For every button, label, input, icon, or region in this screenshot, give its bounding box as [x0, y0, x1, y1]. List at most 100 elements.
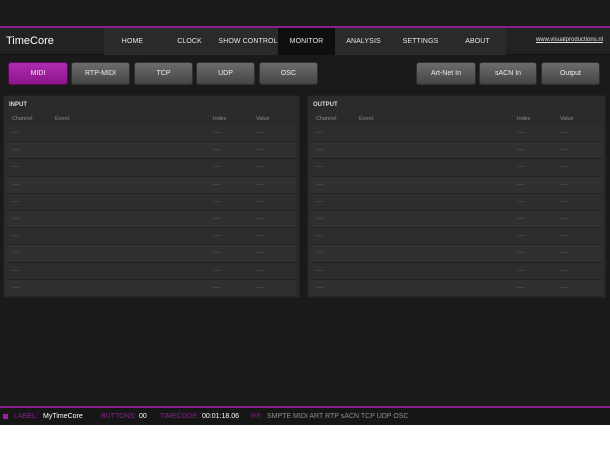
cell-channel: ---- — [12, 233, 20, 240]
output-panel-title: OUTPUT — [313, 102, 338, 108]
cell-event: - — [55, 267, 57, 274]
cell-value: ---- — [560, 215, 568, 222]
input-col-value: Value — [256, 116, 270, 122]
nav-settings[interactable]: SETTINGS — [392, 28, 449, 55]
cell-value: ---- — [256, 267, 264, 274]
cell-index: ---- — [213, 215, 221, 222]
cell-event: - — [359, 267, 361, 274]
status-label-value: MyTimeCore — [43, 413, 83, 420]
status-buttons-key: BUTTONS: — [101, 413, 137, 420]
output-col-value: Value — [560, 116, 574, 122]
nav-analysis[interactable]: ANALYSIS — [335, 28, 392, 55]
cell-value: ---- — [560, 198, 568, 205]
udp-button[interactable]: UDP — [196, 62, 255, 85]
cell-event: - — [359, 164, 361, 171]
table-row: ---- - ---- ---- — [7, 228, 296, 246]
cell-index: ---- — [213, 233, 221, 240]
cell-value: ---- — [256, 164, 264, 171]
cell-channel: ---- — [12, 147, 20, 154]
nav-about[interactable]: ABOUT — [449, 28, 506, 55]
cell-value: ---- — [256, 181, 264, 188]
cell-channel: ---- — [12, 181, 20, 188]
input-panel-title: INPUT — [9, 102, 27, 108]
cell-index: ---- — [213, 284, 221, 291]
status-label-key: LABEL: — [14, 413, 38, 420]
table-row: ---- - ---- ---- — [311, 142, 602, 160]
cell-value: ---- — [256, 147, 264, 154]
sacn-in-button[interactable]: sACN In — [479, 62, 537, 85]
status-buttons-value: 00 — [139, 413, 147, 420]
cell-event: - — [55, 215, 57, 222]
table-row: ---- - ---- ---- — [311, 228, 602, 246]
cell-index: ---- — [213, 267, 221, 274]
cell-value: ---- — [256, 233, 264, 240]
output-panel: OUTPUT Channel Event Index Value ---- - --… — [307, 95, 606, 298]
main-nav: HOME CLOCK SHOW CONTROL MONITOR ANALYSIS… — [104, 28, 506, 55]
cell-event: - — [359, 181, 361, 188]
table-row: ---- - ---- ---- — [311, 245, 602, 263]
cell-channel: ---- — [12, 267, 20, 274]
osc-button[interactable]: OSC — [259, 62, 318, 85]
nav-home[interactable]: HOME — [104, 28, 161, 55]
cell-channel: ---- — [316, 130, 324, 136]
cell-channel: ---- — [12, 284, 20, 291]
nav-monitor[interactable]: MONITOR — [278, 28, 335, 55]
cell-channel: ---- — [316, 267, 324, 274]
table-row: ---- - ---- ---- — [311, 193, 602, 211]
cell-channel: ---- — [316, 233, 324, 240]
table-row: ---- - ---- ---- — [311, 262, 602, 280]
input-col-channel: Channel — [12, 116, 33, 122]
tcp-button[interactable]: TCP — [134, 62, 193, 85]
nav-clock[interactable]: CLOCK — [161, 28, 218, 55]
website-link[interactable]: www.visualproductions.nl — [536, 37, 603, 43]
cell-value: ---- — [560, 284, 568, 291]
cell-value: ---- — [560, 130, 568, 136]
cell-channel: ---- — [12, 130, 20, 136]
table-row: ---- - ---- ---- — [7, 245, 296, 263]
midi-button[interactable]: MIDI — [8, 62, 68, 85]
output-col-index: Index — [517, 116, 531, 122]
cell-event: - — [55, 250, 57, 257]
cell-index: ---- — [213, 130, 221, 136]
cell-index: ---- — [213, 181, 221, 188]
table-row: ---- - ---- ---- — [7, 142, 296, 160]
cell-value: ---- — [256, 284, 264, 291]
cell-index: ---- — [517, 181, 525, 188]
cell-index: ---- — [517, 215, 525, 222]
cell-event: - — [55, 164, 57, 171]
cell-channel: ---- — [316, 164, 324, 171]
cell-event: - — [359, 284, 361, 291]
cell-value: ---- — [560, 181, 568, 188]
cell-index: ---- — [517, 147, 525, 154]
status-rx-items: SMPTE MIDI ART RTP sACN TCP UDP OSC — [267, 413, 409, 420]
cell-index: ---- — [517, 233, 525, 240]
source-button-row: MIDI RTP-MIDI TCP UDP OSC Art-Net In sAC… — [0, 56, 610, 92]
cell-channel: ---- — [12, 164, 20, 171]
output-button[interactable]: Output — [541, 62, 600, 85]
input-col-index: Index — [213, 116, 227, 122]
nav-show-control[interactable]: SHOW CONTROL — [218, 28, 278, 55]
table-row: ---- - ---- ---- — [7, 159, 296, 177]
status-bar: LABEL: MyTimeCore BUTTONS: 00 TIMECODE: … — [0, 406, 610, 425]
input-col-event: Event — [55, 116, 70, 122]
cell-value: ---- — [256, 250, 264, 257]
rtp-midi-button[interactable]: RTP-MIDI — [71, 62, 130, 85]
cell-index: ---- — [213, 164, 221, 171]
cell-index: ---- — [213, 198, 221, 205]
app-title: TimeCore — [6, 35, 54, 47]
cell-index: ---- — [517, 130, 525, 136]
artnet-in-button[interactable]: Art-Net In — [416, 62, 476, 85]
cell-event: - — [359, 250, 361, 257]
table-row: ---- - ---- ---- — [311, 159, 602, 177]
table-row: ---- - ---- ---- — [311, 279, 602, 297]
cell-index: ---- — [517, 198, 525, 205]
cell-value: ---- — [560, 250, 568, 257]
status-rx-key: RX: — [251, 413, 263, 420]
cell-channel: ---- — [12, 198, 20, 205]
cell-index: ---- — [517, 164, 525, 171]
table-row: ---- - ---- ---- — [311, 176, 602, 194]
status-indicator-icon — [3, 414, 8, 419]
cell-event: - — [55, 181, 57, 188]
output-table: ---- - ---- ---- ---- - ---- ---- ---- - ---- ---- -… — [311, 125, 602, 297]
cell-value: ---- — [256, 130, 264, 136]
